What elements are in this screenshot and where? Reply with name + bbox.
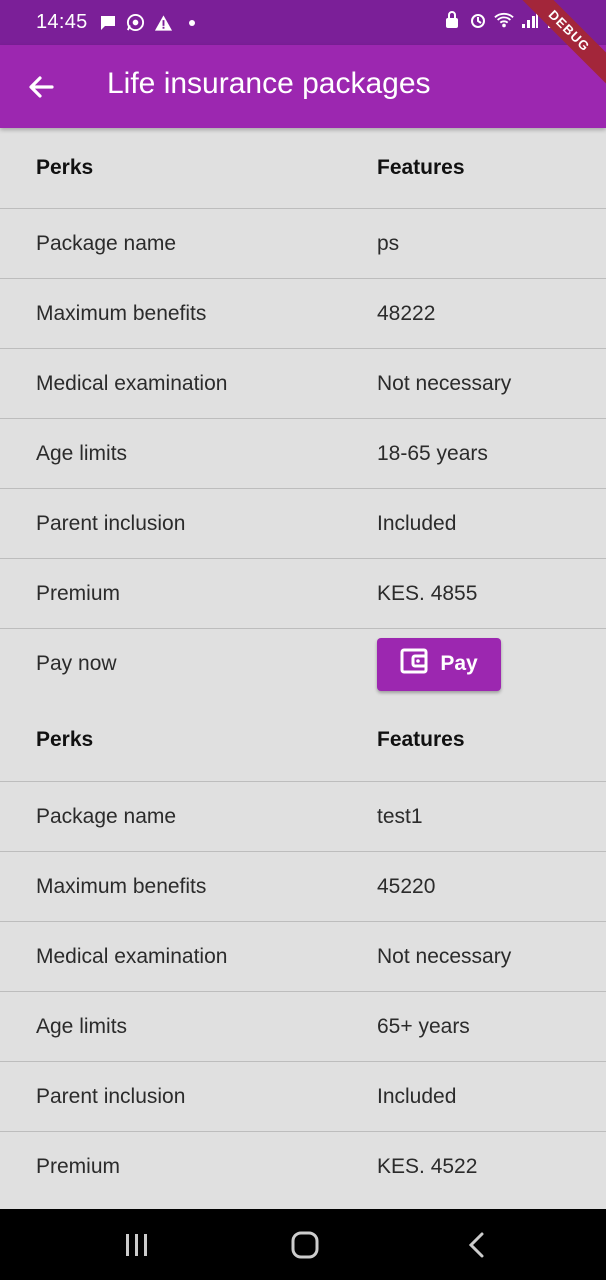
table-header: Perks Features bbox=[0, 699, 606, 782]
message-icon bbox=[98, 13, 118, 33]
row-label: Maximum benefits bbox=[36, 874, 207, 898]
wifi-icon bbox=[494, 10, 514, 30]
row-value: 45220 bbox=[377, 874, 436, 898]
recent-apps-icon[interactable] bbox=[122, 1231, 152, 1259]
row-label: Parent inclusion bbox=[36, 1084, 186, 1108]
row-value: Included bbox=[377, 1084, 457, 1108]
whatsapp-icon bbox=[126, 13, 146, 33]
arrow-back-icon[interactable] bbox=[26, 72, 56, 102]
pay-button-label: Pay bbox=[440, 652, 478, 675]
table-row: Age limits 65+ years bbox=[0, 992, 606, 1062]
status-bar: 14:45 bbox=[0, 0, 606, 45]
row-value: KES. 4522 bbox=[377, 1155, 478, 1178]
table-row: Parent inclusion Included bbox=[0, 1062, 606, 1132]
status-time: 14:45 bbox=[36, 11, 88, 33]
header-perks: Perks bbox=[36, 728, 94, 751]
header-features: Features bbox=[377, 156, 465, 179]
home-icon[interactable] bbox=[290, 1231, 320, 1259]
wallet-icon bbox=[400, 648, 428, 680]
row-label: Age limits bbox=[36, 1014, 128, 1038]
lock-icon bbox=[442, 10, 462, 30]
table-row: Parent inclusion Included bbox=[0, 489, 606, 559]
row-value: ps bbox=[377, 231, 400, 255]
table-row: Age limits 18-65 years bbox=[0, 419, 606, 489]
pay-button[interactable]: Pay bbox=[377, 637, 501, 691]
back-icon[interactable] bbox=[462, 1231, 492, 1259]
row-value: Included bbox=[377, 511, 457, 535]
table-row: Maximum benefits 48222 bbox=[0, 279, 606, 349]
table-header: Perks Features bbox=[0, 128, 606, 209]
system-nav-bar bbox=[0, 1209, 606, 1280]
row-label: Maximum benefits bbox=[36, 301, 207, 325]
alarm-icon bbox=[468, 10, 488, 30]
row-value: 18-65 years bbox=[377, 441, 488, 465]
table-row: Package name ps bbox=[0, 209, 606, 279]
row-label: Age limits bbox=[36, 441, 128, 465]
table-row: Premium KES. 4522 bbox=[0, 1132, 606, 1202]
packages-list: Perks Features Package name ps Maximum b… bbox=[0, 128, 606, 1202]
header-features: Features bbox=[377, 728, 465, 751]
app-bar: Life insurance packages bbox=[0, 45, 606, 128]
row-label: Premium bbox=[36, 581, 121, 605]
row-label: Medical examination bbox=[36, 944, 228, 968]
header-perks: Perks bbox=[36, 156, 94, 179]
dot-icon bbox=[182, 13, 202, 33]
row-value: 65+ years bbox=[377, 1014, 470, 1038]
pay-row: Pay now Pay bbox=[0, 629, 606, 699]
table-row: Medical examination Not necessary bbox=[0, 349, 606, 419]
table-row: Medical examination Not necessary bbox=[0, 922, 606, 992]
table-row: Premium KES. 4855 bbox=[0, 559, 606, 629]
table-row: Maximum benefits 45220 bbox=[0, 852, 606, 922]
row-value: test1 bbox=[377, 804, 423, 828]
row-label: Package name bbox=[36, 804, 177, 828]
row-label: Package name bbox=[36, 231, 177, 255]
pay-button-cell: Pay bbox=[377, 629, 501, 699]
table-row: Package name test1 bbox=[0, 782, 606, 852]
page-title: Life insurance packages bbox=[107, 67, 431, 100]
row-label: Parent inclusion bbox=[36, 511, 186, 535]
status-notification-icons bbox=[98, 13, 202, 33]
row-value: Not necessary bbox=[377, 944, 512, 968]
row-value: 48222 bbox=[377, 301, 436, 325]
row-value: Not necessary bbox=[377, 371, 512, 395]
row-value: KES. 4855 bbox=[377, 581, 478, 605]
row-label: Premium bbox=[36, 1155, 121, 1178]
row-label: Medical examination bbox=[36, 371, 228, 395]
pay-now-label: Pay now bbox=[36, 652, 117, 675]
warning-icon bbox=[154, 13, 174, 33]
